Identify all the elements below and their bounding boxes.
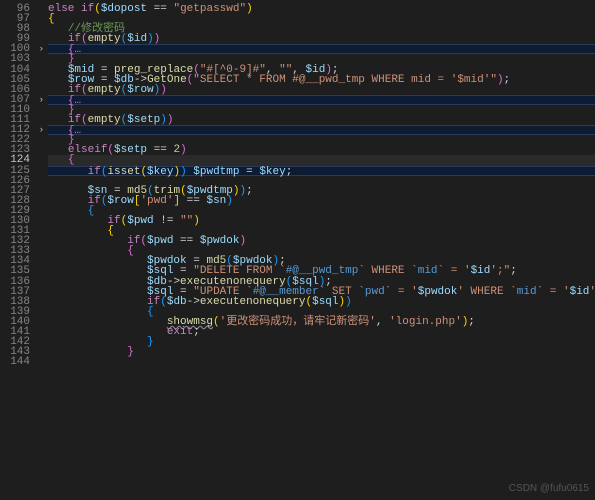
code-line [48,357,595,367]
line-number-gutter: 96979899100›103104105106107›110111112›12… [0,0,48,500]
line-number: 144 [0,357,48,367]
code-line: if($pwd != "") [48,216,595,226]
code-line: if($row['pwd'] == $sn) [48,196,595,206]
code-line: if(empty($id)) [48,34,595,44]
code-line: if(isset($key)) $pwdtmp = $key; [48,166,595,176]
code-line: {… [48,125,595,135]
code-line: {… [48,95,595,105]
code-line: if(empty($row)) [48,85,595,95]
fold-icon[interactable]: › [39,125,44,135]
code-line: { [48,14,595,24]
code-line: { [48,155,595,165]
code-line: if(empty($setp)) [48,115,595,125]
code-line: else if($dopost == "getpasswd") [48,4,595,14]
fold-icon[interactable]: › [39,95,44,105]
code-line: elseif($setp == 2) [48,145,595,155]
code-editor-content[interactable]: else if($dopost == "getpasswd"){ //修改密码 … [48,4,595,367]
code-line: {… [48,44,595,54]
code-line: } [48,347,595,357]
line-number: 124 [0,155,48,165]
fold-icon[interactable]: › [39,44,44,54]
watermark: CSDN @fufu0615 [509,483,589,494]
